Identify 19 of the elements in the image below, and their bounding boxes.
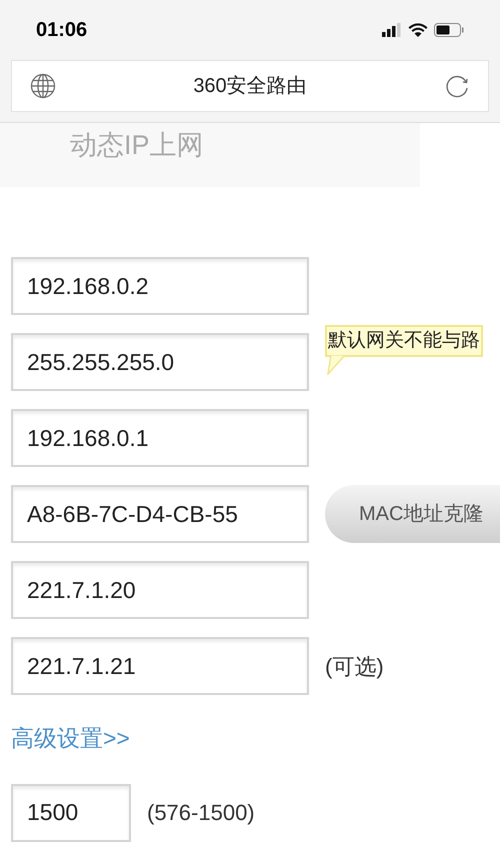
field-note: (可选) xyxy=(325,652,384,680)
reload-icon[interactable] xyxy=(444,73,470,99)
signal-icon xyxy=(382,23,402,37)
input-field[interactable]: 221.7.1.20 xyxy=(11,561,309,619)
tooltip-tail-icon xyxy=(327,355,345,375)
page-title: 360安全路由 xyxy=(193,74,307,99)
input-field[interactable]: 255.255.255.0 xyxy=(11,333,309,391)
address-bar[interactable]: 360安全路由 xyxy=(11,60,489,112)
input-field[interactable]: 192.168.0.1 xyxy=(11,409,309,467)
input-field[interactable]: A8-6B-7C-D4-CB-55 xyxy=(11,485,309,543)
globe-icon xyxy=(30,73,56,99)
status-time: 01:06 xyxy=(36,18,88,43)
wifi-icon xyxy=(408,23,428,37)
battery-icon xyxy=(434,23,464,37)
input-field[interactable]: 221.7.1.21 xyxy=(11,637,309,695)
mac-clone-button[interactable]: MAC地址克隆 xyxy=(325,485,500,543)
input-field[interactable]: 192.168.0.2 xyxy=(11,257,309,315)
mtu-field[interactable]: 1500 xyxy=(11,784,131,842)
mtu-range-note: (576-1500) xyxy=(147,799,255,827)
